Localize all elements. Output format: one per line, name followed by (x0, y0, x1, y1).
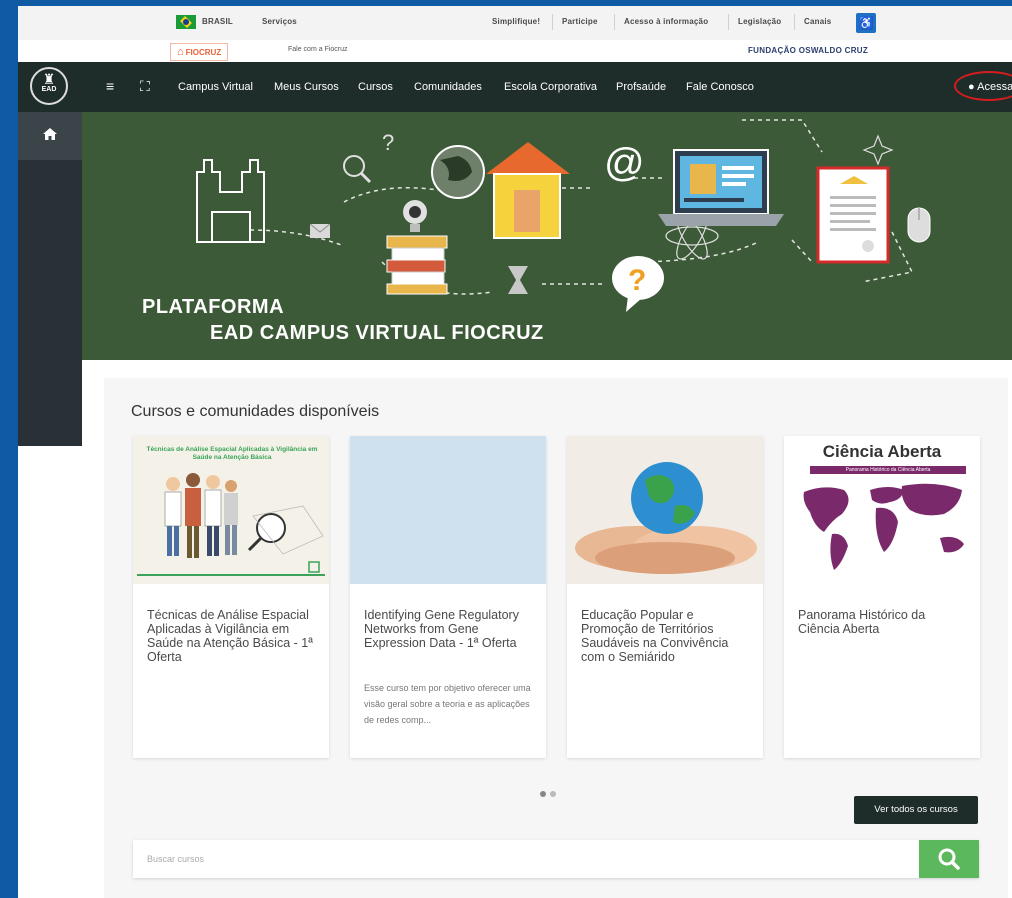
course-card-image (567, 436, 763, 584)
globe-icon (431, 145, 485, 199)
fale-com-fiocruz-link[interactable]: Fale com a Fiocruz (288, 46, 348, 53)
course-card-title[interactable]: Técnicas de Análise Espacial Aplicadas à… (147, 608, 319, 664)
hero-banner: ? @ ? PLATAFORMA EAD CAMPUS VIRTUAL FIOC… (82, 112, 1012, 360)
nav-meus-cursos[interactable]: Meus Cursos (274, 81, 339, 93)
books-icon (386, 235, 448, 295)
login-button[interactable]: ● Acessar (968, 81, 1012, 93)
banner-title-line2: EAD CAMPUS VIRTUAL FIOCRUZ (210, 322, 544, 344)
sidebar-home-item[interactable] (18, 112, 82, 160)
nav-cursos[interactable]: Cursos (358, 81, 393, 93)
nav-comunidades[interactable]: Comunidades (414, 81, 482, 93)
search-icon (938, 848, 960, 870)
course-card-title[interactable]: Panorama Histórico da Ciência Aberta (798, 608, 970, 636)
course-card-title[interactable]: Identifying Gene Regulatory Networks fro… (364, 608, 536, 650)
gov-divider (614, 14, 615, 30)
svg-text:?: ? (628, 264, 646, 297)
castle-icon: ♜ (42, 71, 56, 87)
search-input[interactable] (133, 840, 919, 878)
ead-logo[interactable]: ♜ EAD (30, 67, 68, 105)
main-navbar: ♜ EAD ≡ ⛶ Campus Virtual Meus Cursos Cur… (18, 62, 1012, 112)
fiocruz-bar: ⌂ FIOCRUZ Fale com a Fiocruz FUNDAÇÃO OSW… (18, 40, 1012, 63)
fiocruz-logo-icon: ⌂ (177, 46, 184, 58)
section-title: Cursos e comunidades disponíveis (131, 403, 380, 420)
browser-viewport: BRASIL Serviços Simplifique! Participe A… (18, 6, 1012, 898)
gov-link-participe[interactable]: Participe (562, 17, 598, 26)
ead-logo-text: EAD (41, 86, 57, 93)
certificate-icon (816, 166, 890, 264)
gov-divider (728, 14, 729, 30)
hourglass-icon (508, 266, 528, 294)
carousel-dot[interactable] (550, 791, 556, 797)
gov-link-legislacao[interactable]: Legislação (738, 17, 781, 26)
gov-link-simplifique[interactable]: Simplifique! (492, 17, 540, 26)
course-card-image: Ciência Aberta Panorama Histórico da Ciê… (784, 436, 980, 584)
laptop-icon (658, 149, 784, 226)
accessibility-icon[interactable]: ♿ (856, 13, 876, 33)
course-card[interactable]: Educação Popular e Promoção de Territóri… (567, 436, 763, 758)
course-card-image (350, 436, 546, 584)
fullscreen-icon[interactable]: ⛶ (140, 78, 150, 94)
course-card-image: Técnicas de Análise Espacial Aplicadas à… (133, 436, 329, 584)
nav-campus-virtual[interactable]: Campus Virtual (178, 81, 253, 93)
world-map-illustration (803, 483, 964, 570)
carousel-pagination (540, 784, 560, 802)
course-search (133, 840, 979, 878)
gov-link-acesso-informacao[interactable]: Acesso à informação (624, 17, 708, 26)
course-card-title[interactable]: Educação Popular e Promoção de Territóri… (581, 608, 753, 664)
at-sign-icon: @ (604, 141, 645, 185)
nav-profsaude[interactable]: Profsaúde (616, 81, 666, 93)
course-card[interactable]: Identifying Gene Regulatory Networks fro… (350, 436, 546, 758)
fundacao-oswaldo-cruz-label: FUNDAÇÃO OSWALDO CRUZ (748, 46, 869, 55)
user-icon: ● (968, 81, 975, 93)
house-icon (486, 142, 570, 239)
search-button[interactable] (919, 840, 979, 878)
nav-escola-corporativa[interactable]: Escola Corporativa (504, 81, 597, 93)
gov-divider (794, 14, 795, 30)
sidebar (18, 112, 82, 446)
svg-text:?: ? (382, 130, 394, 155)
gov-divider (552, 14, 553, 30)
view-all-courses-button[interactable]: Ver todos os cursos (854, 796, 978, 824)
course-card[interactable]: Ciência Aberta Panorama Histórico da Ciê… (784, 436, 980, 758)
gov-brasil-link[interactable]: BRASIL (202, 17, 233, 26)
hands-globe-illustration (575, 462, 757, 574)
home-icon (43, 128, 57, 140)
course-card[interactable]: Técnicas de Análise Espacial Aplicadas à… (133, 436, 329, 758)
gov-services-link[interactable]: Serviços (262, 17, 297, 26)
people-illustration (137, 473, 325, 576)
webcam-icon (403, 200, 427, 232)
login-label: Acessar (977, 81, 1012, 93)
gov-bar: BRASIL Serviços Simplifique! Participe A… (18, 6, 1012, 41)
brasil-flag-icon[interactable] (176, 15, 196, 29)
mouse-icon (907, 207, 931, 243)
fiocruz-logo-text: FIOCRUZ (185, 48, 222, 57)
gov-link-canais[interactable]: Canais (804, 17, 831, 26)
menu-hamburger-icon[interactable]: ≡ (106, 78, 114, 94)
fiocruz-logo[interactable]: ⌂ FIOCRUZ (170, 43, 229, 61)
nav-fale-conosco[interactable]: Fale Conosco (686, 81, 754, 93)
banner-title-line1: PLATAFORMA (142, 296, 285, 318)
carousel-dot[interactable] (540, 791, 546, 797)
course-card-description: Esse curso tem por objetivo oferecer uma… (364, 683, 531, 725)
question-bubble-icon: ? (612, 256, 664, 312)
